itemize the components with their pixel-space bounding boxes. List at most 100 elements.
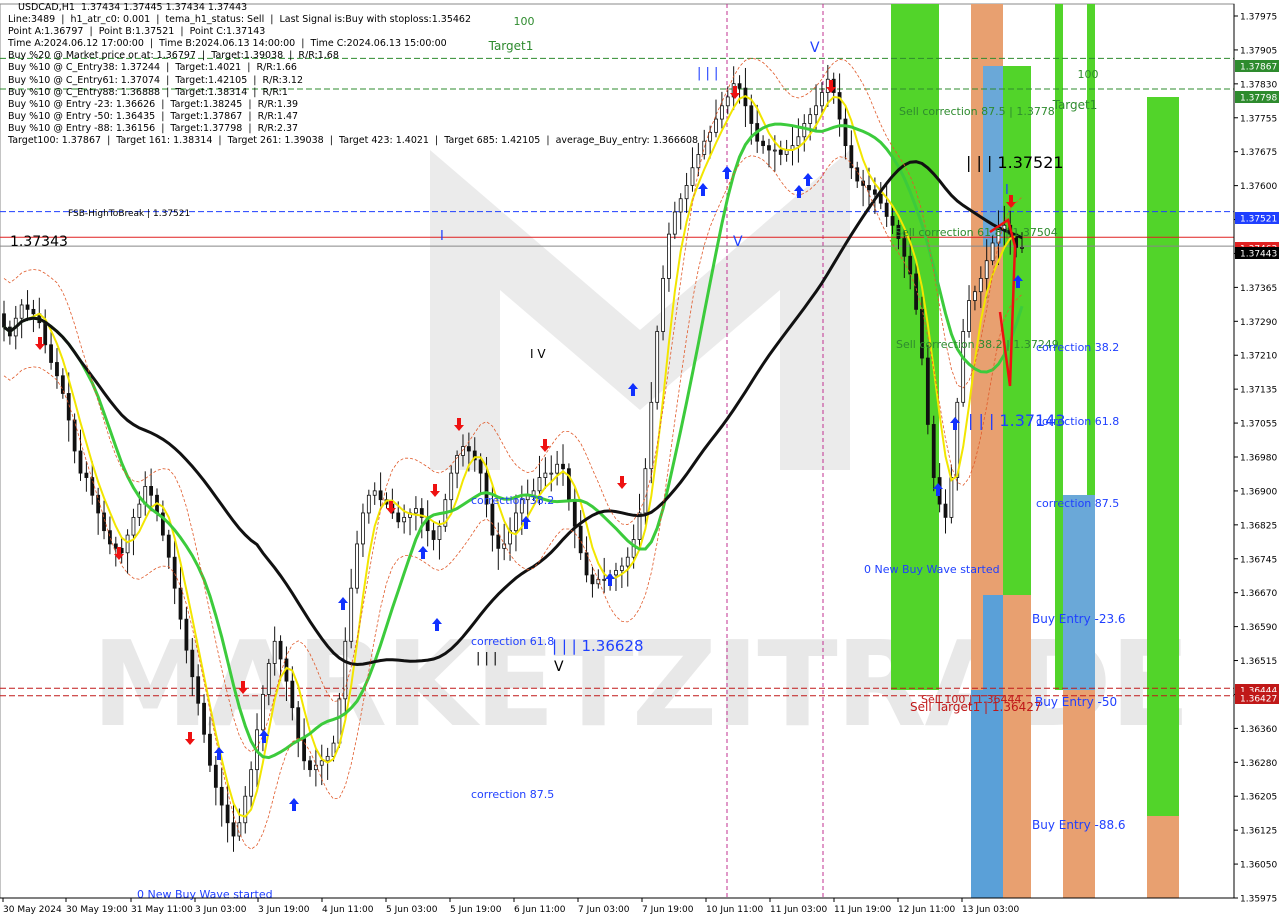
signal-zone-7	[1003, 595, 1031, 898]
chart-annotation: Buy Entry -23.6	[1032, 612, 1126, 626]
chart-annotation: V	[554, 659, 564, 675]
price-tick-label: 1.36825	[1240, 521, 1277, 531]
price-marker-label: 1.37521	[1240, 215, 1277, 225]
time-tick-label: 11 Jun 03:00	[770, 905, 827, 915]
price-tick-label: 1.37755	[1240, 114, 1277, 124]
candle-body	[261, 694, 265, 731]
candle-body	[349, 587, 354, 642]
price-marker-label: 1.37867	[1240, 63, 1277, 73]
price-tick-label: 1.36745	[1240, 555, 1277, 565]
candle-body	[378, 490, 383, 501]
time-tick-label: 4 Jun 11:00	[322, 905, 374, 915]
candle-body	[249, 769, 254, 797]
candle-body	[449, 472, 454, 501]
candle-body	[243, 795, 248, 824]
price-tick-label: 1.37975	[1240, 13, 1277, 23]
candle-body	[231, 822, 236, 837]
chart-root: MARKETZITRADE 100 Target1 100 Target1 FSB-Hig…	[0, 0, 1280, 920]
candle-body	[672, 211, 677, 235]
candle-body	[702, 140, 707, 155]
candle-body	[19, 304, 24, 319]
candle-body	[572, 499, 577, 527]
chart-annotation: | | |	[476, 651, 497, 666]
chart-annotation: 1.37343	[10, 234, 68, 250]
candle-body	[437, 525, 442, 540]
price-tick-label: 1.36590	[1240, 623, 1277, 633]
candle-body	[614, 570, 618, 576]
chart-annotation: 0 New Buy Wave started	[864, 563, 1000, 576]
candle-body	[943, 503, 948, 518]
candle-body	[990, 242, 995, 262]
time-tick-label: 7 Jun 03:00	[578, 905, 630, 915]
candle-body	[543, 472, 548, 478]
candle-body	[366, 494, 371, 514]
candle-body	[125, 534, 130, 554]
candle-body	[1020, 247, 1024, 249]
time-tick-label: 5 Jun 03:00	[386, 905, 438, 915]
candle-body	[931, 424, 936, 478]
time-tick-label: 11 Jun 19:00	[834, 905, 891, 915]
time-tick-label: 6 Jun 11:00	[514, 905, 566, 915]
chart-annotation: Sell correction 61.8 | 1.37504	[895, 226, 1058, 239]
chart-annotation: I	[1005, 183, 1009, 198]
price-tick-label: 1.37830	[1240, 80, 1277, 90]
candle-body	[414, 508, 418, 514]
price-tick-label: 1.36670	[1240, 589, 1277, 599]
candle-body	[667, 233, 671, 279]
chart-annotation: | | |	[697, 66, 718, 81]
price-chart[interactable]: MARKETZITRADE100Target1100Target1FSB-Hig…	[0, 0, 1280, 920]
chart-annotation: Target1	[1052, 98, 1098, 112]
candle-body	[537, 477, 542, 492]
chart-annotation: Buy Entry -88.6	[1032, 818, 1126, 832]
time-tick-label: 5 Jun 19:00	[450, 905, 502, 915]
candle-body	[978, 277, 983, 293]
candle-body	[767, 145, 771, 151]
candle-body	[302, 738, 307, 762]
chart-annotation: Buy Entry -50	[1035, 695, 1117, 709]
candle-body	[714, 118, 718, 133]
price-tick-label: 1.36515	[1240, 657, 1277, 667]
candle-body	[290, 680, 295, 709]
candle-body	[355, 543, 359, 589]
candle-body	[278, 640, 283, 660]
price-marker: 1.37521	[1235, 212, 1279, 225]
time-tick-label: 13 Jun 03:00	[962, 905, 1019, 915]
candle-body	[184, 618, 189, 651]
candle-body	[555, 463, 560, 474]
price-tick-label: 1.37675	[1240, 148, 1277, 158]
candle-body	[137, 503, 142, 518]
chart-annotation: 100	[1078, 68, 1099, 81]
candle-body	[825, 78, 830, 93]
candle-body	[884, 202, 889, 217]
candle-body	[202, 702, 206, 735]
candle-body	[661, 277, 665, 332]
candle-body	[31, 308, 36, 315]
candle-body	[890, 216, 895, 226]
candle-body	[984, 260, 989, 279]
price-tick-label: 1.37290	[1240, 318, 1277, 328]
price-tick-label: 1.36360	[1240, 725, 1277, 735]
candle-body	[296, 707, 301, 740]
candle-body	[796, 136, 801, 147]
candle-body	[631, 539, 636, 558]
candle-body	[308, 760, 312, 771]
chart-annotation: | | | 1.36628	[552, 637, 644, 655]
candle-body	[602, 578, 607, 581]
candle-body	[902, 238, 907, 257]
candle-body	[396, 512, 401, 523]
candle-body	[490, 503, 495, 536]
time-tick-label: 30 May 2024	[3, 905, 62, 915]
candle-body	[325, 755, 330, 762]
signal-zone-4	[1003, 66, 1031, 595]
candle-body	[219, 786, 224, 806]
price-tick-label: 1.36205	[1240, 793, 1277, 803]
price-tick-label: 1.37905	[1240, 46, 1277, 56]
time-tick-label: 31 May 11:00	[131, 905, 193, 915]
candle-body	[878, 193, 883, 204]
candle-body	[549, 472, 554, 475]
chart-annotation: Sell correction 38.2 | 1.37249	[896, 338, 1059, 351]
candle-body	[514, 512, 518, 532]
candle-body	[973, 291, 977, 301]
candle-body	[361, 512, 365, 545]
candle-body	[372, 490, 377, 496]
